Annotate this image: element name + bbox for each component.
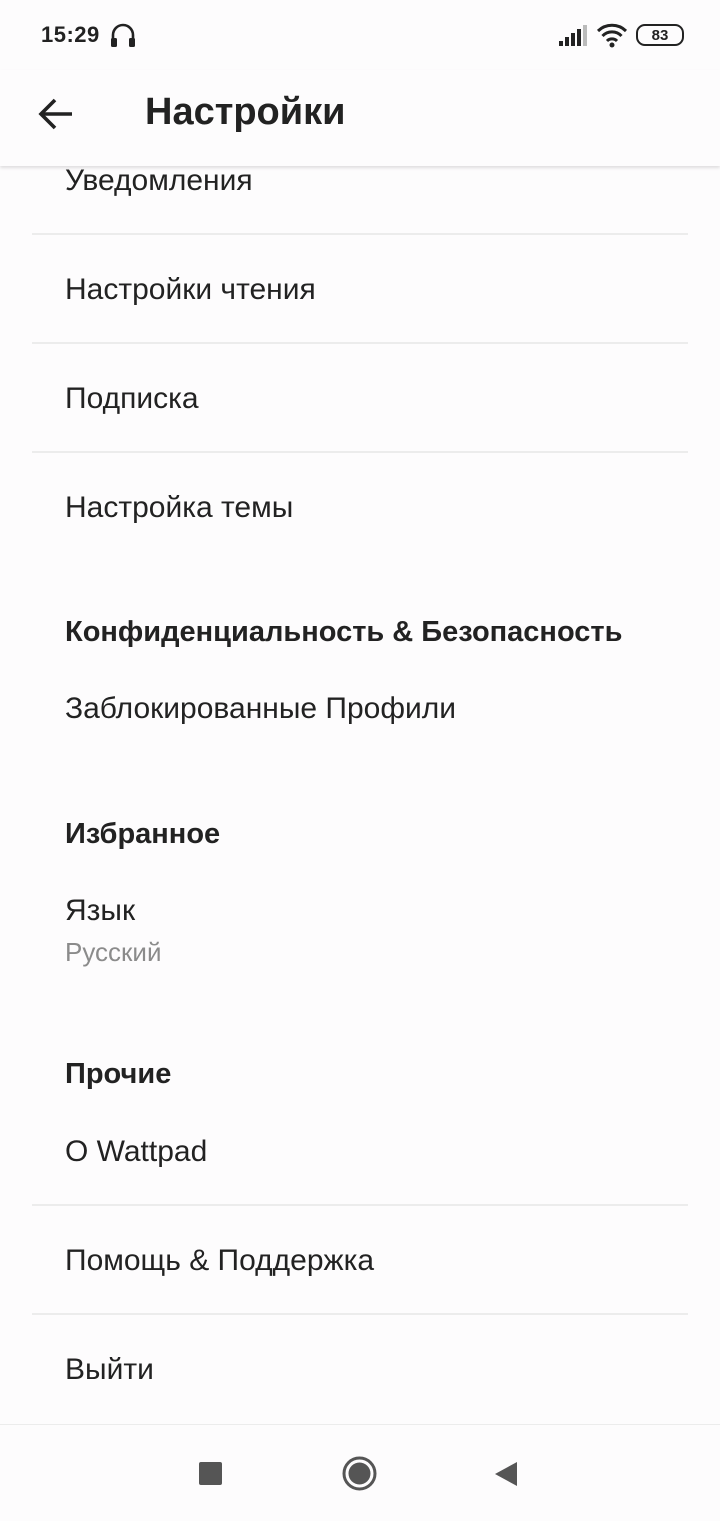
settings-item-label: О Wattpad — [65, 1135, 208, 1168]
settings-item-notifications[interactable]: Уведомления — [0, 160, 720, 234]
recent-apps-icon[interactable] — [199, 1462, 222, 1485]
settings-item-value: Русский — [65, 937, 162, 967]
section-header-other: Прочие — [65, 1058, 172, 1090]
settings-item-label: Настройки чтения — [65, 273, 316, 306]
settings-item-label: Настройка темы — [65, 491, 294, 524]
settings-item-language[interactable]: Язык Русский — [0, 880, 720, 980]
headphone-icon — [111, 23, 135, 47]
settings-item-label: Уведомления — [65, 164, 253, 197]
toolbar: Настройки — [0, 70, 720, 166]
settings-item-label: Выйти — [65, 1353, 154, 1386]
system-nav-bar — [0, 1424, 720, 1521]
settings-item-subscription[interactable]: Подписка — [0, 344, 720, 451]
status-bar: 15:29 83 — [0, 0, 720, 70]
battery-level: 83 — [651, 26, 669, 44]
settings-item-about[interactable]: О Wattpad — [0, 1100, 720, 1204]
settings-item-label: Подписка — [65, 382, 199, 415]
settings-item-logout[interactable]: Выйти — [0, 1315, 720, 1422]
section-header-preferences: Избранное — [65, 818, 221, 850]
settings-item-theme[interactable]: Настройка темы — [0, 453, 720, 560]
arrow-left-icon — [38, 98, 72, 130]
back-button[interactable] — [28, 86, 84, 142]
settings-item-reading[interactable]: Настройки чтения — [0, 235, 720, 342]
back-triangle-icon[interactable] — [494, 1461, 518, 1487]
settings-item-label: Помощь & Поддержка — [65, 1244, 375, 1277]
settings-item-label: Заблокированные Профили — [65, 692, 457, 725]
page-title: Настройки — [145, 91, 346, 133]
settings-item-label: Язык — [65, 894, 136, 927]
status-time: 15:29 — [41, 22, 100, 47]
home-icon[interactable] — [342, 1456, 377, 1491]
wifi-icon — [596, 23, 628, 48]
settings-item-blocked-profiles[interactable]: Заблокированные Профили — [0, 660, 720, 760]
signal-icon — [559, 25, 587, 46]
settings-item-help[interactable]: Помощь & Поддержка — [0, 1206, 720, 1313]
battery-icon: 83 — [636, 24, 684, 46]
section-header-privacy: Конфиденциальность & Безопасность — [65, 616, 623, 648]
